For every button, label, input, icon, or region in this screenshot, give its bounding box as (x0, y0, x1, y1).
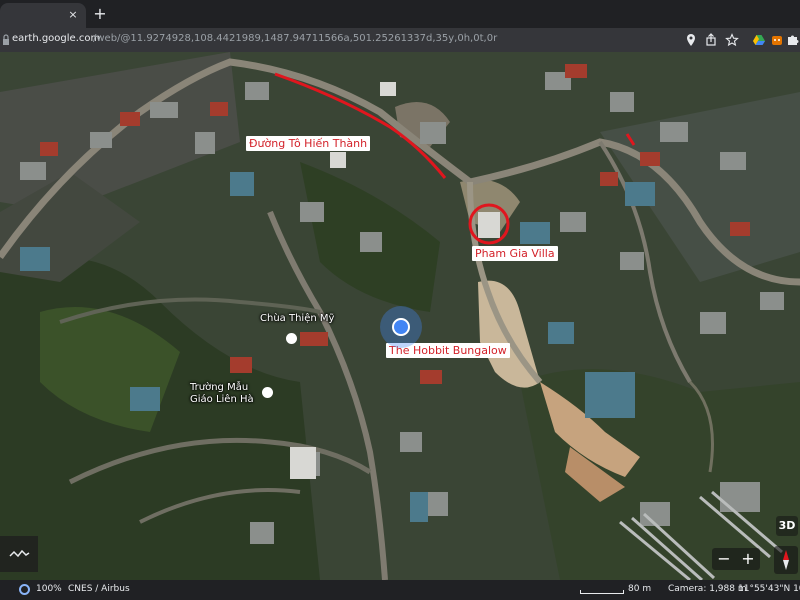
compass-button[interactable] (774, 546, 798, 574)
compass-icon (783, 550, 789, 570)
elevation-profile-button[interactable] (0, 536, 38, 572)
elevation-profile-icon (9, 549, 30, 558)
url-path[interactable]: /web/@11.9274928,108.4421989,1487.947115… (93, 33, 497, 44)
scale-bar (580, 590, 624, 594)
lock-icon (3, 34, 9, 45)
browser-tab-strip: × + (0, 0, 800, 28)
status-bar: 100% CNES / Airbus 80 m Camera: 1,988 m … (0, 580, 800, 600)
new-tab-button[interactable]: + (92, 6, 108, 22)
school-label-line2[interactable]: Giáo Liên Hà (190, 394, 254, 406)
star-icon[interactable] (725, 33, 739, 47)
location-pin-icon[interactable] (684, 33, 698, 47)
zoom-out-button[interactable]: − (712, 548, 736, 570)
satellite-map-view[interactable]: Đường Tô Hiến Thành Pham Gia Villa The H… (0, 52, 800, 580)
camera-altitude: Camera: 1,988 m (668, 584, 747, 594)
pagoda-label[interactable]: Chùa Thiện Mỹ (260, 313, 334, 325)
school-pin-icon[interactable] (262, 387, 273, 398)
school-label-line1[interactable]: Trường Mẫu (190, 382, 248, 394)
puzzle-extensions-icon[interactable] (786, 33, 800, 47)
google-drive-extension-icon[interactable] (752, 33, 766, 47)
cursor-coordinates: 11°55'43"N 108° (738, 584, 800, 594)
share-icon[interactable] (704, 33, 718, 47)
browser-tab[interactable]: × (0, 3, 86, 28)
scale-label: 80 m (628, 584, 652, 594)
zoom-in-button[interactable]: + (736, 548, 760, 570)
zoom-percent: 100% (36, 584, 62, 594)
close-tab-icon[interactable]: × (66, 8, 80, 22)
imagery-attribution: CNES / Airbus (68, 584, 130, 594)
url-host[interactable]: earth.google.com (12, 33, 100, 44)
street-label: Đường Tô Hiến Thành (246, 136, 371, 151)
location-marker[interactable] (380, 306, 422, 348)
toggle-3d-button[interactable]: 3D (776, 516, 798, 536)
zoom-controls: − + (712, 548, 760, 570)
extension-icon[interactable] (770, 33, 784, 47)
pagoda-pin-icon[interactable] (286, 333, 297, 344)
villa-label[interactable]: Pham Gia Villa (472, 246, 558, 261)
address-bar[interactable]: earth.google.com /web/@11.9274928,108.44… (0, 28, 800, 52)
loading-ring-icon (19, 584, 30, 595)
